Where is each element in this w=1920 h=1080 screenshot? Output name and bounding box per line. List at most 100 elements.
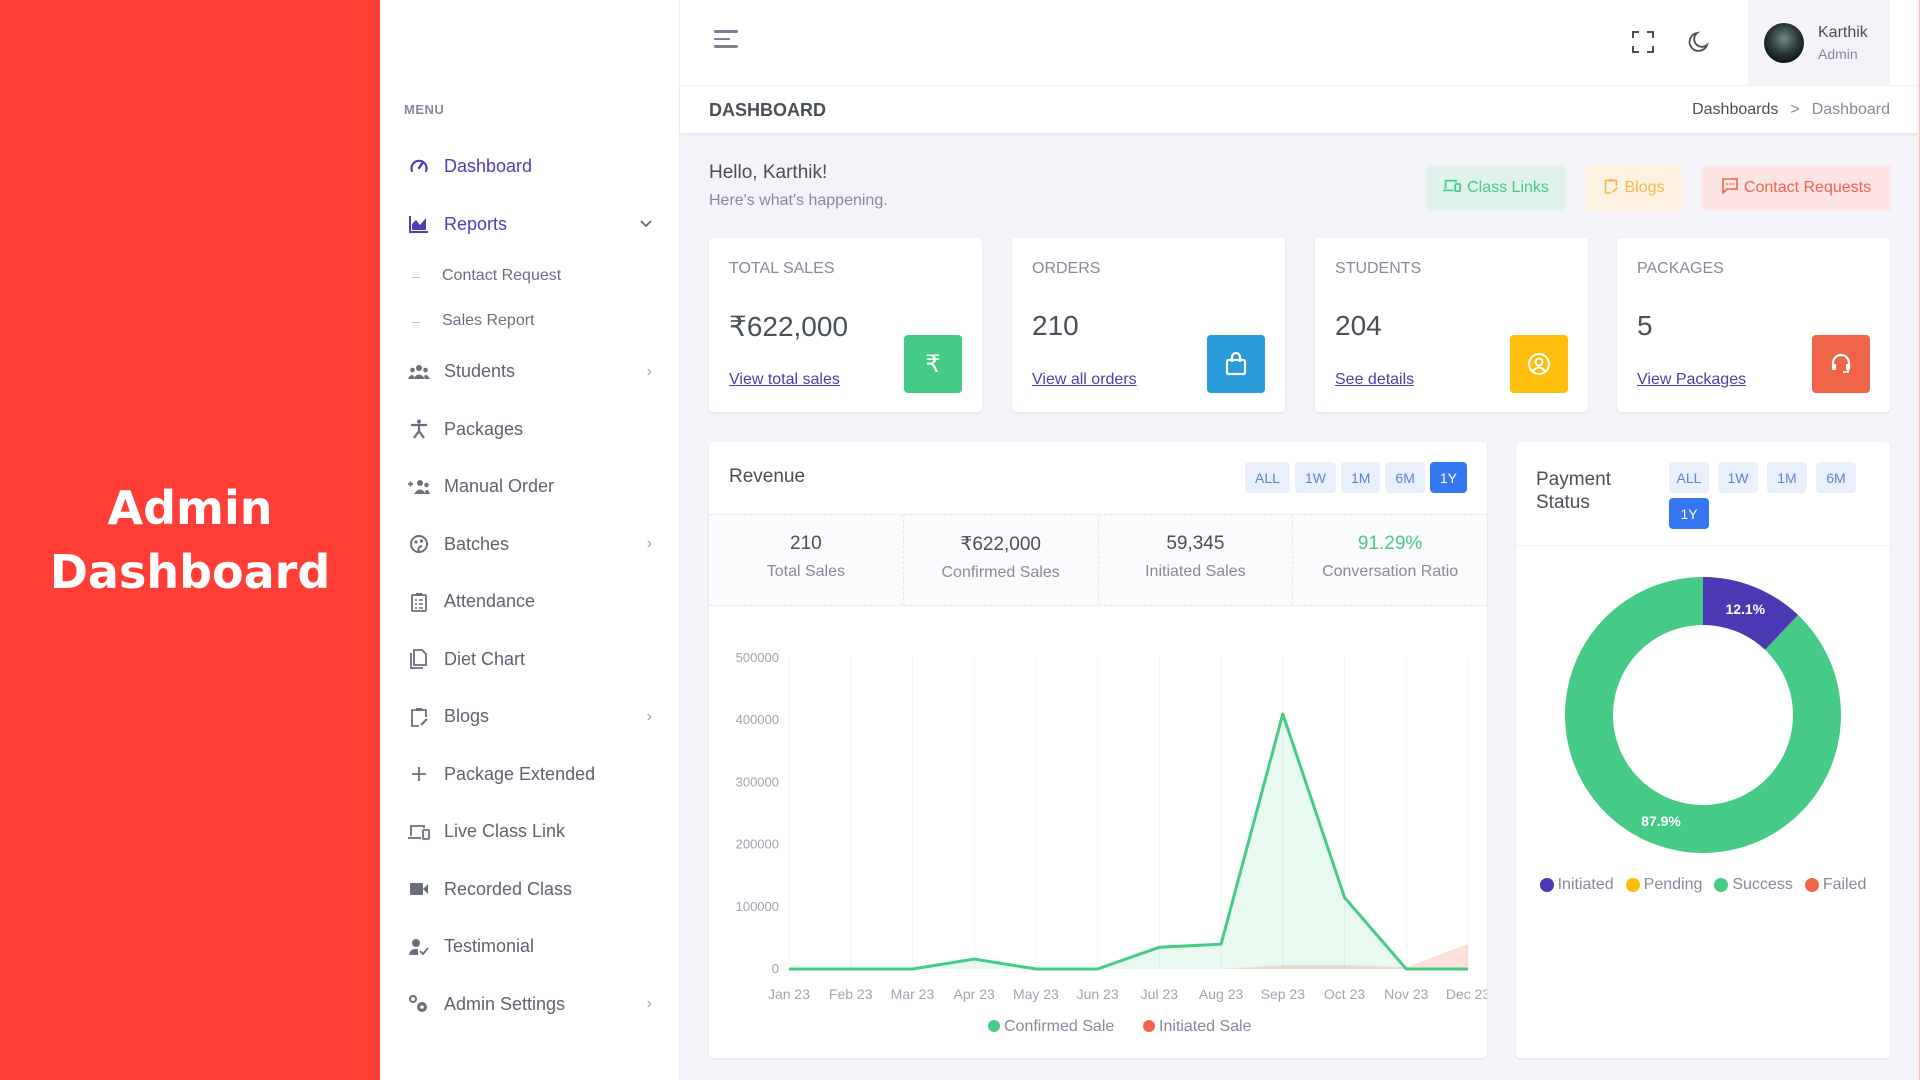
- hamburger-menu-icon[interactable]: [714, 30, 740, 54]
- sidebar-item-label: Manual Order: [444, 476, 555, 497]
- sidebar-item-label: Packages: [444, 418, 524, 439]
- user-profile-dropdown[interactable]: Karthik Admin: [1748, 0, 1890, 85]
- legend-marker: [1539, 878, 1554, 892]
- sidebar-item-testimonial[interactable]: Testimonial: [380, 918, 680, 976]
- x-tick-label: Jul 23: [1141, 986, 1179, 1002]
- x-tick-label: Oct 23: [1324, 986, 1365, 1002]
- range-6m-button[interactable]: 6M: [1385, 462, 1425, 493]
- user-check-icon: [408, 936, 430, 958]
- fullscreen-icon[interactable]: [1627, 26, 1659, 58]
- revenue-card: Revenue ALL 1W 1M 6M 1Y 210 Total Sales …: [709, 442, 1487, 1058]
- chevron-right-icon: ›: [646, 995, 652, 1013]
- sidebar-item-dashboard[interactable]: Dashboard: [380, 138, 680, 196]
- see-details-link[interactable]: See details: [1335, 371, 1414, 389]
- y-tick-label: 0: [772, 961, 779, 976]
- kpi-label: Initiated Sales: [1145, 563, 1246, 580]
- chart-area-icon: [408, 213, 430, 235]
- sidebar-item-label: Blogs: [444, 706, 490, 727]
- view-packages-link[interactable]: View Packages: [1637, 371, 1746, 389]
- legend-item-pending[interactable]: Pending: [1625, 876, 1703, 894]
- kpi-value: 59,345: [1166, 533, 1225, 554]
- user-name: Karthik: [1818, 23, 1868, 41]
- class-links-label: Class Links: [1467, 179, 1549, 196]
- range-1w-button[interactable]: 1W: [1294, 462, 1336, 493]
- sidebar-subitem-sales-report[interactable]: – Sales Report: [380, 298, 680, 343]
- sidebar-item-blogs[interactable]: Blogs ›: [380, 688, 680, 746]
- revenue-chart: 0 100000 200000 300000 400000 500000 Jan 23 Feb…: [736, 650, 1487, 1035]
- sidebar-item-recorded-class[interactable]: Recorded Class: [380, 861, 680, 919]
- page-title: DASHBOARD: [709, 100, 826, 120]
- kpi-label: Total Sales: [766, 563, 845, 580]
- range-all-button[interactable]: ALL: [1669, 462, 1709, 493]
- y-tick-label: 500000: [736, 650, 779, 665]
- range-6m-button[interactable]: 6M: [1816, 462, 1856, 493]
- sidebar-item-batches[interactable]: Batches ›: [380, 516, 680, 574]
- clipboard-edit-icon: [1604, 178, 1619, 199]
- sidebar-item-label: Reports: [444, 213, 508, 234]
- x-tick-label: Feb 23: [829, 986, 873, 1002]
- sidebar-item-label: Dashboard: [444, 156, 533, 177]
- sidebar-item-packages[interactable]: Packages: [380, 401, 680, 459]
- contact-requests-button[interactable]: Contact Requests: [1702, 165, 1891, 211]
- sidebar-item-live-class-link[interactable]: Live Class Link: [380, 803, 680, 861]
- range-1y-button[interactable]: 1Y: [1669, 498, 1709, 529]
- sidebar-subitem-label: Contact Request: [442, 266, 562, 284]
- range-1y-button[interactable]: 1Y: [1429, 462, 1467, 493]
- sidebar-item-students[interactable]: Students ›: [380, 343, 680, 401]
- legend-label: Initiated Sale: [1159, 1018, 1252, 1035]
- y-tick-label: 300000: [736, 774, 779, 789]
- breadcrumb-current: Dashboard: [1811, 101, 1890, 118]
- legend-marker: [1625, 878, 1640, 892]
- sidebar-item-label: Package Extended: [444, 763, 596, 784]
- dark-mode-moon-icon[interactable]: [1683, 26, 1715, 58]
- page-title-bar: DASHBOARD Dashboards > Dashboard: [680, 85, 1920, 133]
- sidebar-item-reports[interactable]: Reports: [380, 196, 680, 254]
- person-accessibility-icon: [408, 418, 430, 440]
- greeting: Hello, Karthik! Here's what's happening.: [709, 162, 888, 210]
- sidebar-item-label: Recorded Class: [444, 878, 573, 899]
- legend-marker: [988, 1020, 1000, 1032]
- message-icon: [1722, 177, 1738, 199]
- legend-item-success[interactable]: Success: [1714, 876, 1793, 894]
- donut-label-success: 87.9%: [1641, 813, 1681, 829]
- view-total-sales-link[interactable]: View total sales: [729, 371, 840, 389]
- blogs-button[interactable]: Blogs: [1586, 165, 1683, 211]
- view-all-orders-link[interactable]: View all orders: [1032, 371, 1137, 389]
- contact-requests-label: Contact Requests: [1743, 179, 1872, 196]
- range-1m-button[interactable]: 1M: [1340, 462, 1381, 493]
- palette-icon: [408, 533, 430, 555]
- kpi-value: 91.29%: [1357, 533, 1423, 554]
- range-all-button[interactable]: ALL: [1245, 462, 1290, 493]
- legend-label: Pending: [1643, 876, 1703, 893]
- legend-item-initiated[interactable]: Initiated: [1539, 876, 1614, 894]
- x-tick-label: Dec 23: [1446, 986, 1487, 1002]
- sidebar-subitem-contact-request[interactable]: – Contact Request: [380, 253, 680, 298]
- x-tick-label: May 23: [1013, 986, 1059, 1002]
- legend-item-failed[interactable]: Failed: [1804, 876, 1866, 894]
- stat-label: TOTAL SALES: [729, 260, 835, 277]
- users-group-icon: [408, 361, 430, 383]
- dash-icon: –: [412, 267, 420, 284]
- sidebar-item-label: Diet Chart: [444, 648, 526, 669]
- donut-slice-success[interactable]: [1565, 577, 1841, 853]
- sidebar-item-attendance[interactable]: Attendance: [380, 573, 680, 631]
- kpi-confirmed-sales: ₹622,000 Confirmed Sales: [904, 515, 1099, 605]
- sidebar-item-admin-settings[interactable]: Admin Settings ›: [380, 976, 680, 1034]
- settings-gears-icon: [408, 993, 430, 1015]
- range-1m-button[interactable]: 1M: [1767, 462, 1807, 493]
- sidebar-item-package-extended[interactable]: Package Extended: [380, 746, 680, 804]
- class-links-button[interactable]: Class Links: [1426, 165, 1566, 211]
- breadcrumb-dashboards[interactable]: Dashboards: [1692, 101, 1778, 119]
- range-1w-button[interactable]: 1W: [1718, 462, 1758, 493]
- x-tick-label: Apr 23: [954, 986, 995, 1002]
- stat-card-orders: ORDERS 210 View all orders: [1012, 238, 1285, 412]
- breadcrumb: Dashboards > Dashboard: [1692, 101, 1890, 119]
- y-tick-label: 200000: [736, 837, 779, 852]
- y-tick-label: 100000: [736, 899, 779, 914]
- plus-icon: [408, 763, 430, 785]
- sidebar-item-manual-order[interactable]: Manual Order: [380, 458, 680, 516]
- kpi-initiated-sales: 59,345 Initiated Sales: [1099, 515, 1294, 605]
- kpi-label: Confirmed Sales: [941, 564, 1060, 581]
- sidebar-item-diet-chart[interactable]: Diet Chart: [380, 631, 680, 689]
- stat-label: STUDENTS: [1335, 260, 1422, 277]
